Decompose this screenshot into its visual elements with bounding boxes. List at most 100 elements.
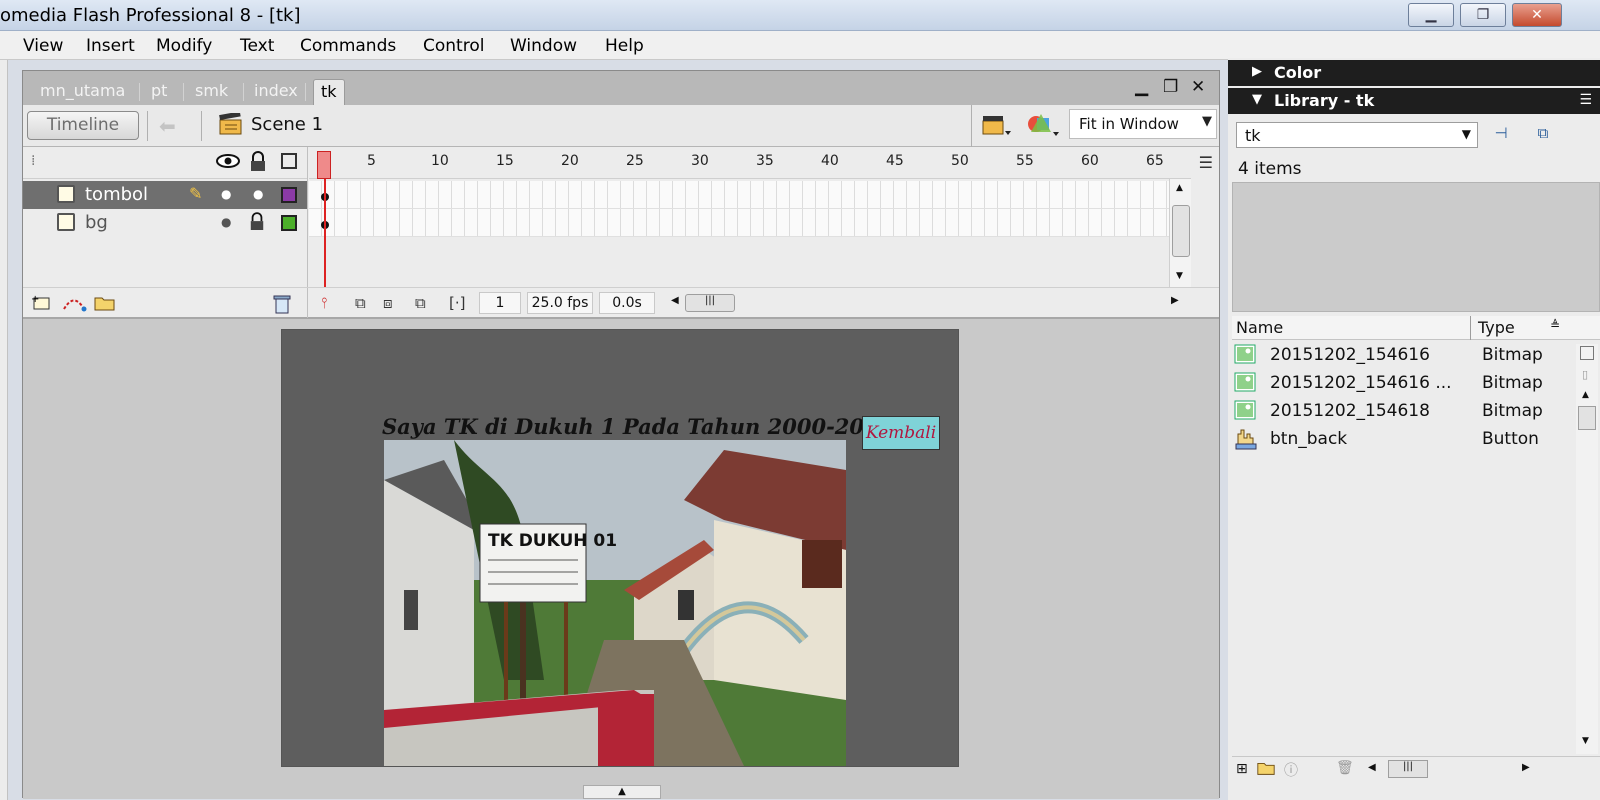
library-item[interactable]: 20151202_154616 Bitmap: [1232, 342, 1572, 370]
center-frame-icon[interactable]: ⫯: [321, 294, 328, 312]
timeline-options-icon[interactable]: ☰: [1199, 153, 1213, 172]
properties-icon[interactable]: ⓘ: [1284, 760, 1298, 780]
insert-layer-icon[interactable]: +: [31, 294, 53, 316]
menu-text[interactable]: Text: [240, 36, 274, 56]
timeline-vertical-scrollbar[interactable]: ▲ ▼: [1169, 179, 1191, 287]
edit-multiple-frames-icon[interactable]: ⧉: [415, 294, 426, 312]
school-photo[interactable]: TK DUKUH 01: [384, 440, 846, 766]
doc-minimize-icon[interactable]: ▁: [1135, 77, 1148, 97]
close-window-button[interactable]: ✕: [1512, 3, 1562, 27]
scroll-thumb[interactable]: |||: [685, 294, 735, 312]
menu-commands[interactable]: Commands: [300, 36, 396, 56]
trash-icon[interactable]: 🗑: [1336, 760, 1354, 776]
layer-row-tombol[interactable]: tombol ✎ ● ●: [23, 181, 307, 209]
eye-icon[interactable]: [215, 151, 241, 175]
color-panel-header[interactable]: ▶ Color: [1228, 60, 1600, 86]
scroll-left-icon[interactable]: ◀: [1368, 762, 1376, 773]
scroll-up-icon[interactable]: ▲: [1582, 390, 1589, 400]
scroll-thumb[interactable]: |||: [1388, 760, 1428, 778]
lock-icon[interactable]: [249, 212, 265, 236]
doc-close-icon[interactable]: ✕: [1191, 77, 1205, 97]
layer-row-bg[interactable]: bg ●: [23, 209, 307, 237]
frame-rate-field[interactable]: 25.0 fps: [527, 292, 593, 314]
ruler-mark: 5: [367, 153, 376, 169]
sort-order-icon[interactable]: ≜: [1550, 318, 1560, 332]
back-arrow-icon[interactable]: ⬅: [159, 114, 176, 138]
scroll-up-icon[interactable]: ▲: [1176, 183, 1183, 193]
frames-area[interactable]: 1 5 10 15 20 25 30 35 40 45 50 55 60 65: [309, 147, 1191, 287]
trash-icon[interactable]: [273, 294, 291, 318]
stage-resize-tab[interactable]: ▲: [583, 785, 661, 799]
panel-options-icon[interactable]: ☰: [1579, 92, 1592, 108]
scroll-right-icon[interactable]: ▶: [1171, 295, 1179, 306]
tab-index[interactable]: index: [254, 79, 298, 105]
separator: [201, 111, 202, 141]
add-motion-guide-icon[interactable]: [61, 294, 87, 316]
minimize-button[interactable]: ▁: [1408, 3, 1454, 27]
menu-modify[interactable]: Modify: [156, 36, 212, 56]
playhead[interactable]: [317, 151, 331, 179]
tab-pt[interactable]: pt: [151, 79, 167, 105]
timeline-horizontal-scrollbar[interactable]: ◀ ||| ▶: [663, 294, 1183, 312]
stage-canvas[interactable]: Saya TK di Dukuh 1 Pada Tahun 2000-2001 …: [281, 329, 959, 767]
scroll-thumb[interactable]: [1172, 205, 1190, 257]
zoom-dropdown[interactable]: Fit in Window ▼: [1069, 109, 1217, 139]
ruler-mark: 15: [496, 153, 514, 169]
drag-handle-icon[interactable]: ⁞: [31, 153, 35, 169]
library-item[interactable]: 20151202_154616 ... Bitmap: [1232, 370, 1572, 398]
library-item[interactable]: btn_back Button: [1232, 426, 1572, 454]
lock-dot-icon[interactable]: ●: [253, 187, 263, 201]
modify-onion-markers-icon[interactable]: [·]: [449, 294, 465, 312]
scroll-down-icon[interactable]: ▼: [1176, 271, 1183, 281]
scroll-right-icon[interactable]: ▶: [1522, 762, 1530, 773]
expand-arrow-icon: ▶: [1252, 64, 1262, 79]
scroll-down-icon[interactable]: ▼: [1582, 736, 1589, 746]
visibility-dot-icon[interactable]: ●: [221, 187, 231, 201]
ruler-mark: 40: [821, 153, 839, 169]
scroll-left-icon[interactable]: ◀: [671, 295, 679, 306]
menu-view[interactable]: View: [23, 36, 63, 56]
library-document-value: tk: [1245, 126, 1261, 145]
new-folder-icon[interactable]: [1256, 760, 1276, 780]
edit-scene-icon[interactable]: [981, 113, 1011, 141]
library-item[interactable]: 20151202_154618 Bitmap: [1232, 398, 1572, 426]
outline-icon[interactable]: [281, 153, 297, 169]
tab-smk[interactable]: smk: [195, 79, 228, 105]
narrow-view-icon[interactable]: ▯: [1582, 368, 1588, 381]
menu-window[interactable]: Window: [510, 36, 577, 56]
library-vertical-scrollbar[interactable]: ▯ ▲ ▼: [1576, 344, 1598, 754]
layer-color-swatch[interactable]: [281, 215, 297, 231]
lock-icon[interactable]: [249, 151, 267, 177]
menu-insert[interactable]: Insert: [86, 36, 135, 56]
timeline-toggle-button[interactable]: Timeline: [27, 111, 139, 140]
pin-library-icon[interactable]: ⊣: [1488, 124, 1514, 146]
stage-caption-text[interactable]: Saya TK di Dukuh 1 Pada Tahun 2000-2001: [382, 414, 893, 439]
tab-mn-utama[interactable]: mn_utama: [40, 79, 125, 105]
visibility-dot-icon[interactable]: ●: [221, 215, 231, 229]
column-type[interactable]: Type: [1478, 318, 1515, 337]
insert-folder-icon[interactable]: [93, 294, 117, 316]
onion-skin-icon[interactable]: ⧉: [355, 294, 366, 312]
restore-button[interactable]: ❐: [1460, 3, 1506, 27]
menu-control[interactable]: Control: [423, 36, 484, 56]
library-document-dropdown[interactable]: tk ▼: [1236, 122, 1478, 148]
edit-symbols-icon[interactable]: [1025, 112, 1059, 142]
library-panel-header[interactable]: ▼ Library - tk ☰: [1228, 88, 1600, 114]
menu-help[interactable]: Help: [605, 36, 644, 56]
separator: [1470, 316, 1471, 340]
onion-skin-outlines-icon[interactable]: ⧈: [383, 294, 393, 312]
scroll-thumb[interactable]: [1578, 406, 1596, 430]
column-name[interactable]: Name: [1236, 318, 1283, 337]
ruler-mark: 50: [951, 153, 969, 169]
frame-row-bg[interactable]: [309, 209, 1191, 237]
frame-row-tombol[interactable]: [309, 181, 1191, 209]
new-library-panel-icon[interactable]: ⧉: [1530, 124, 1556, 146]
new-symbol-icon[interactable]: ⊞: [1236, 761, 1248, 777]
tab-tk[interactable]: tk: [313, 79, 345, 105]
minimize-icon: ▁: [1425, 7, 1437, 23]
kembali-button[interactable]: Kembali: [862, 416, 940, 450]
button-symbol-icon: [1234, 428, 1257, 450]
doc-restore-icon[interactable]: ❐: [1163, 77, 1178, 97]
wide-view-icon[interactable]: [1580, 346, 1594, 360]
layer-color-swatch[interactable]: [281, 187, 297, 203]
